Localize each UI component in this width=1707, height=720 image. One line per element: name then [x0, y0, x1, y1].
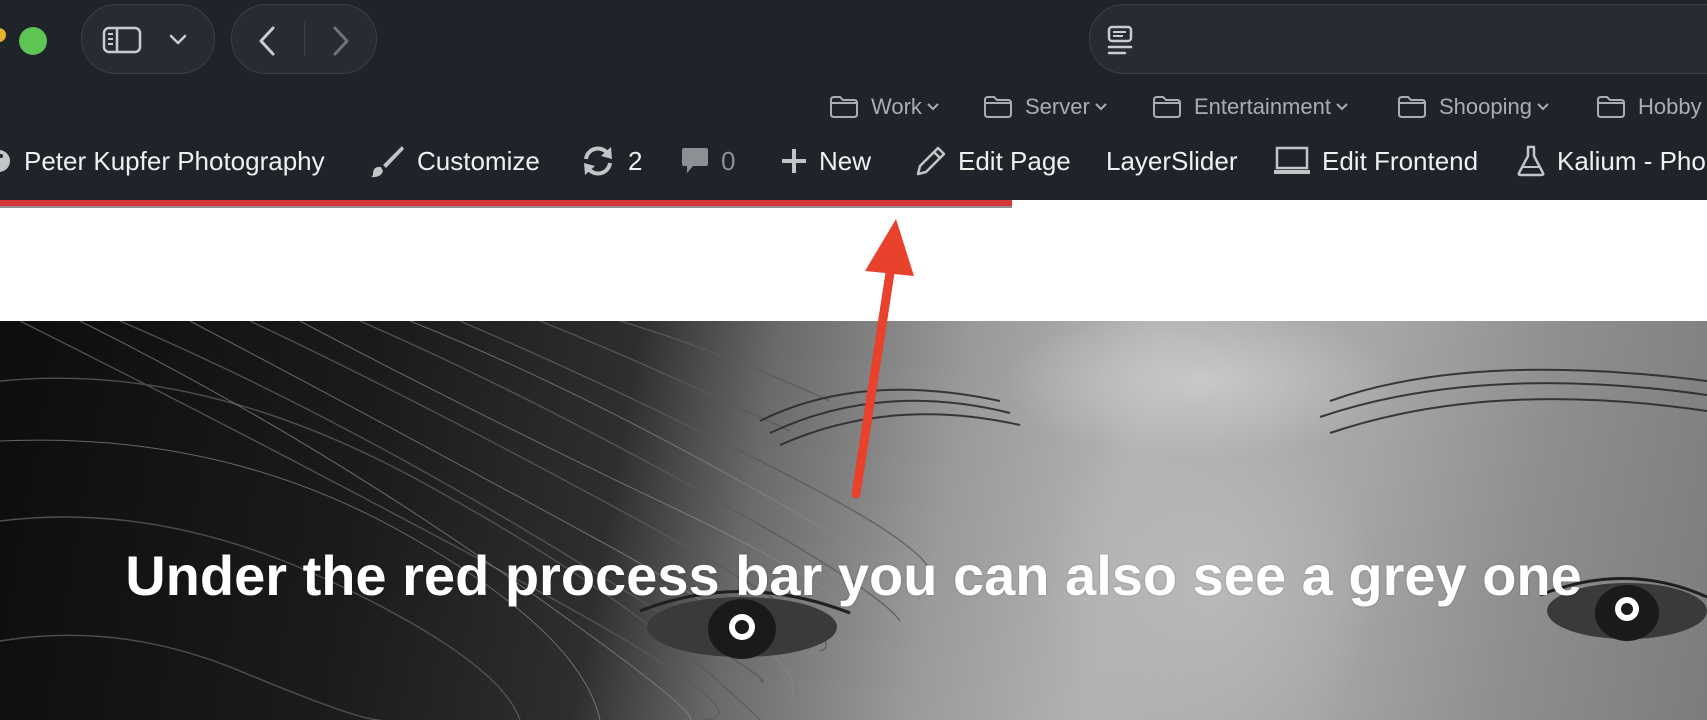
minimize-window-button[interactable]: [0, 28, 6, 42]
bookmark-server[interactable]: Server: [983, 90, 1108, 124]
customize-label: Customize: [417, 145, 540, 176]
bookmark-entertainment[interactable]: Entertainment: [1152, 90, 1349, 124]
nav-divider: [304, 22, 305, 56]
hero-caption: Under the red process bar you can also s…: [125, 544, 1582, 607]
browser-toolbar: Work Server Entertainment Shooping Hobby: [0, 0, 1707, 122]
bookmarks-bar: Work Server Entertainment Shooping Hobby: [0, 90, 1707, 124]
palette-icon: [0, 148, 12, 174]
laptop-icon: [1274, 146, 1310, 176]
updates-link[interactable]: 2: [580, 122, 642, 200]
bookmark-label: Shooping: [1439, 94, 1532, 119]
new-label: New: [819, 145, 872, 176]
pencil-icon: [916, 146, 946, 176]
updates-count: 2: [628, 145, 643, 176]
hero-image: Under the red process bar you can also s…: [0, 321, 1707, 720]
layerslider-label: LayerSlider: [1106, 145, 1238, 176]
comments-count: 0: [721, 145, 736, 176]
plus-icon: [781, 148, 807, 174]
edit-frontend-link[interactable]: Edit Frontend: [1274, 122, 1478, 200]
site-name-menu[interactable]: Peter Kupfer Photography: [0, 122, 325, 200]
edit-page-label: Edit Page: [958, 145, 1071, 176]
chevron-left-icon[interactable]: [256, 25, 280, 57]
chevron-down-icon: [927, 103, 939, 111]
portrait-photo: [0, 321, 1707, 720]
folder-icon: [984, 96, 1012, 118]
chevron-down-icon: [1095, 103, 1107, 111]
address-bar[interactable]: [1089, 4, 1707, 74]
refresh-icon: [580, 145, 616, 177]
customize-link[interactable]: Customize: [369, 122, 540, 200]
zoom-window-button[interactable]: [19, 27, 47, 55]
page-header-space: [0, 208, 1707, 321]
brush-icon: [369, 144, 405, 178]
bookmark-label: Server: [1025, 94, 1090, 119]
reader-icon[interactable]: [1107, 25, 1133, 57]
comments-link[interactable]: 0: [681, 122, 735, 200]
folder-icon: [1153, 96, 1181, 118]
chevron-right-icon[interactable]: [328, 25, 352, 57]
chevron-down-icon: [1336, 103, 1348, 111]
kalium-label: Kalium - Pho: [1557, 145, 1706, 176]
flask-icon: [1517, 145, 1545, 177]
layerslider-link[interactable]: LayerSlider: [1106, 122, 1238, 200]
site-name-label: Peter Kupfer Photography: [24, 145, 325, 176]
wp-admin-bar: Peter Kupfer Photography Customize 2 0 N…: [0, 122, 1707, 200]
chevron-down-icon[interactable]: [168, 33, 188, 47]
bookmark-label: Entertainment: [1194, 94, 1331, 119]
kalium-menu[interactable]: Kalium - Pho: [1517, 122, 1706, 200]
bookmark-shooping[interactable]: Shooping: [1397, 90, 1550, 124]
edit-frontend-label: Edit Frontend: [1322, 145, 1479, 176]
comment-icon: [681, 146, 709, 176]
edit-page-link[interactable]: Edit Page: [916, 122, 1071, 200]
sidebar-toggle-group: [81, 4, 215, 74]
folder-icon: [1398, 96, 1426, 118]
sidebar-icon[interactable]: [102, 26, 142, 54]
bookmark-hobby[interactable]: Hobby: [1596, 90, 1702, 124]
folder-icon: [1597, 96, 1625, 118]
folder-icon: [830, 96, 858, 118]
bookmark-work[interactable]: Work: [829, 90, 940, 124]
new-content-menu[interactable]: New: [781, 122, 871, 200]
bookmark-label: Hobby: [1638, 94, 1702, 119]
bookmark-label: Work: [871, 94, 922, 119]
chevron-down-icon: [1537, 103, 1549, 111]
